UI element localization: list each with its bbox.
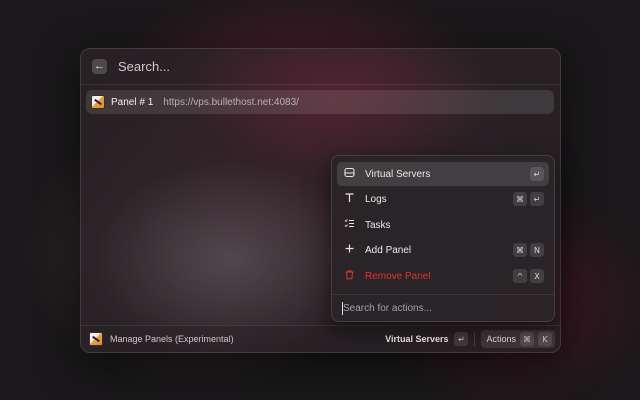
list-item-panel[interactable]: Panel # 1 https://vps.bullethost.net:408… <box>86 90 554 114</box>
action-bar: Manage Panels (Experimental) Virtual Ser… <box>81 325 560 352</box>
command-key-hint: ⌘ <box>520 332 534 346</box>
x-key-hint: X <box>530 269 544 283</box>
list-item-subtitle: https://vps.bullethost.net:4083/ <box>163 96 299 108</box>
app-logo-icon <box>91 95 105 109</box>
menu-item-tasks[interactable]: Tasks <box>337 213 549 237</box>
enter-key-hint: ↵ <box>530 192 544 206</box>
back-arrow-icon[interactable]: ← <box>92 59 107 74</box>
menu-item-add-panel[interactable]: Add Panel ⌘ N <box>337 238 549 262</box>
enter-key-hint: ↵ <box>454 332 469 346</box>
app-logo-icon <box>89 332 103 346</box>
actions-menu: Virtual Servers ↵ Logs ⌘ ↵ Tasks Add Pan… <box>331 155 555 322</box>
control-key-hint: ^ <box>513 269 527 283</box>
divider <box>474 332 476 346</box>
menu-item-remove-panel[interactable]: Remove Panel ^ X <box>337 264 549 288</box>
menu-item-label: Remove Panel <box>365 270 431 282</box>
trash-icon <box>343 269 355 283</box>
actions-button-label: Actions <box>486 334 516 344</box>
checklist-icon <box>343 218 355 232</box>
text-icon <box>343 192 355 206</box>
n-key-hint: N <box>530 243 544 257</box>
server-icon <box>343 167 355 181</box>
menu-item-label: Logs <box>365 193 387 205</box>
actions-button[interactable]: Actions ⌘ K <box>481 330 555 348</box>
menu-item-label: Virtual Servers <box>365 168 431 180</box>
enter-key-hint: ↵ <box>530 167 544 181</box>
menu-item-virtual-servers[interactable]: Virtual Servers ↵ <box>337 162 549 186</box>
command-key-hint: ⌘ <box>513 243 527 257</box>
primary-action-button[interactable]: Virtual Servers <box>385 334 448 344</box>
divider <box>332 294 554 295</box>
command-key-hint: ⌘ <box>513 192 527 206</box>
plus-icon <box>343 243 355 257</box>
menu-item-label: Tasks <box>365 219 391 231</box>
list-item-title: Panel # 1 <box>111 96 154 108</box>
search-bar: ← <box>81 49 560 85</box>
actions-search-input[interactable] <box>342 302 545 315</box>
k-key-hint: K <box>538 332 552 346</box>
menu-item-logs[interactable]: Logs ⌘ ↵ <box>337 187 549 211</box>
search-input[interactable] <box>116 58 500 75</box>
menu-item-label: Add Panel <box>365 244 412 256</box>
footer-title: Manage Panels (Experimental) <box>110 334 234 344</box>
